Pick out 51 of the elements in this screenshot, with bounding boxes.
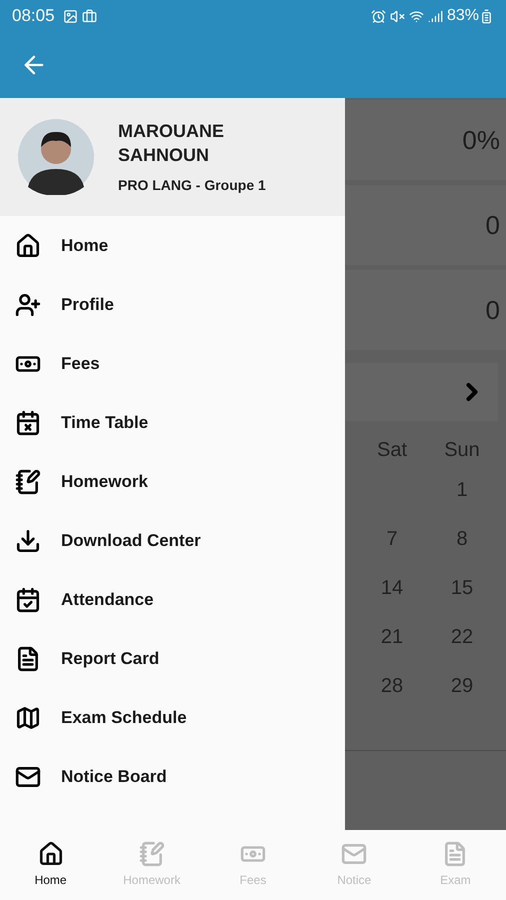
menu-item[interactable]: Download Center (0, 511, 345, 570)
menu-item[interactable]: Time Table (0, 393, 345, 452)
weekday-label: Sat (376, 438, 408, 463)
user-group: PRO LANG - Groupe 1 (118, 174, 266, 196)
nav-tab[interactable]: Fees (202, 830, 304, 900)
map-icon (15, 704, 41, 730)
menu-item[interactable]: Homework (0, 452, 345, 511)
document-icon (15, 646, 41, 672)
calendar-check-icon (15, 586, 41, 612)
menu-item[interactable]: Home (0, 216, 345, 275)
calendar-day[interactable]: 15 (427, 572, 497, 602)
signal-icon (428, 8, 443, 24)
stat-value: 0 (486, 208, 500, 242)
alarm-icon (370, 8, 386, 24)
user-name: MAROUANE SAHNOUN (118, 120, 225, 166)
calendar-day[interactable]: 7 (357, 524, 427, 554)
calendar-x-icon (15, 410, 41, 436)
home-icon (38, 841, 64, 867)
nav-tab[interactable]: Homework (101, 830, 202, 900)
home-icon (15, 232, 41, 258)
weekday-label: Sun (443, 438, 481, 463)
image-icon (62, 8, 78, 24)
battery-text: 83% (446, 6, 479, 26)
calendar-day[interactable]: 8 (427, 524, 497, 554)
menu-item[interactable]: Report Card (0, 629, 345, 688)
calendar-day[interactable]: 14 (357, 572, 427, 602)
wifi-icon (408, 8, 424, 24)
mute-icon (390, 8, 405, 24)
add-user-icon (15, 292, 41, 318)
stat-value: 0% (462, 124, 500, 156)
stat-value: 0 (486, 294, 500, 326)
envelope-icon (341, 841, 368, 867)
clock-text: 08:05 (12, 5, 55, 28)
notebook-icon (15, 468, 41, 494)
notebook-icon (138, 841, 165, 867)
menu-item[interactable]: Attendance (0, 570, 345, 629)
calendar-day[interactable]: 1 (427, 474, 497, 504)
nav-tab[interactable]: Exam (404, 830, 506, 900)
calendar-day[interactable]: 22 (427, 622, 497, 652)
calendar-day[interactable]: 29 (427, 670, 497, 700)
briefcase-icon (82, 8, 97, 24)
calendar-day[interactable]: 21 (357, 622, 427, 652)
menu-item[interactable]: Exam Schedule (0, 688, 345, 747)
nav-tab[interactable]: Notice (304, 830, 405, 900)
download-icon (15, 528, 41, 554)
battery-icon (479, 8, 494, 24)
menu-item[interactable]: Fees (0, 334, 345, 393)
nav-tab[interactable]: Home (0, 830, 102, 900)
menu-item[interactable]: Notice Board (0, 747, 345, 806)
menu-item[interactable]: Profile (0, 275, 345, 334)
calendar-day[interactable]: 28 (357, 670, 427, 700)
